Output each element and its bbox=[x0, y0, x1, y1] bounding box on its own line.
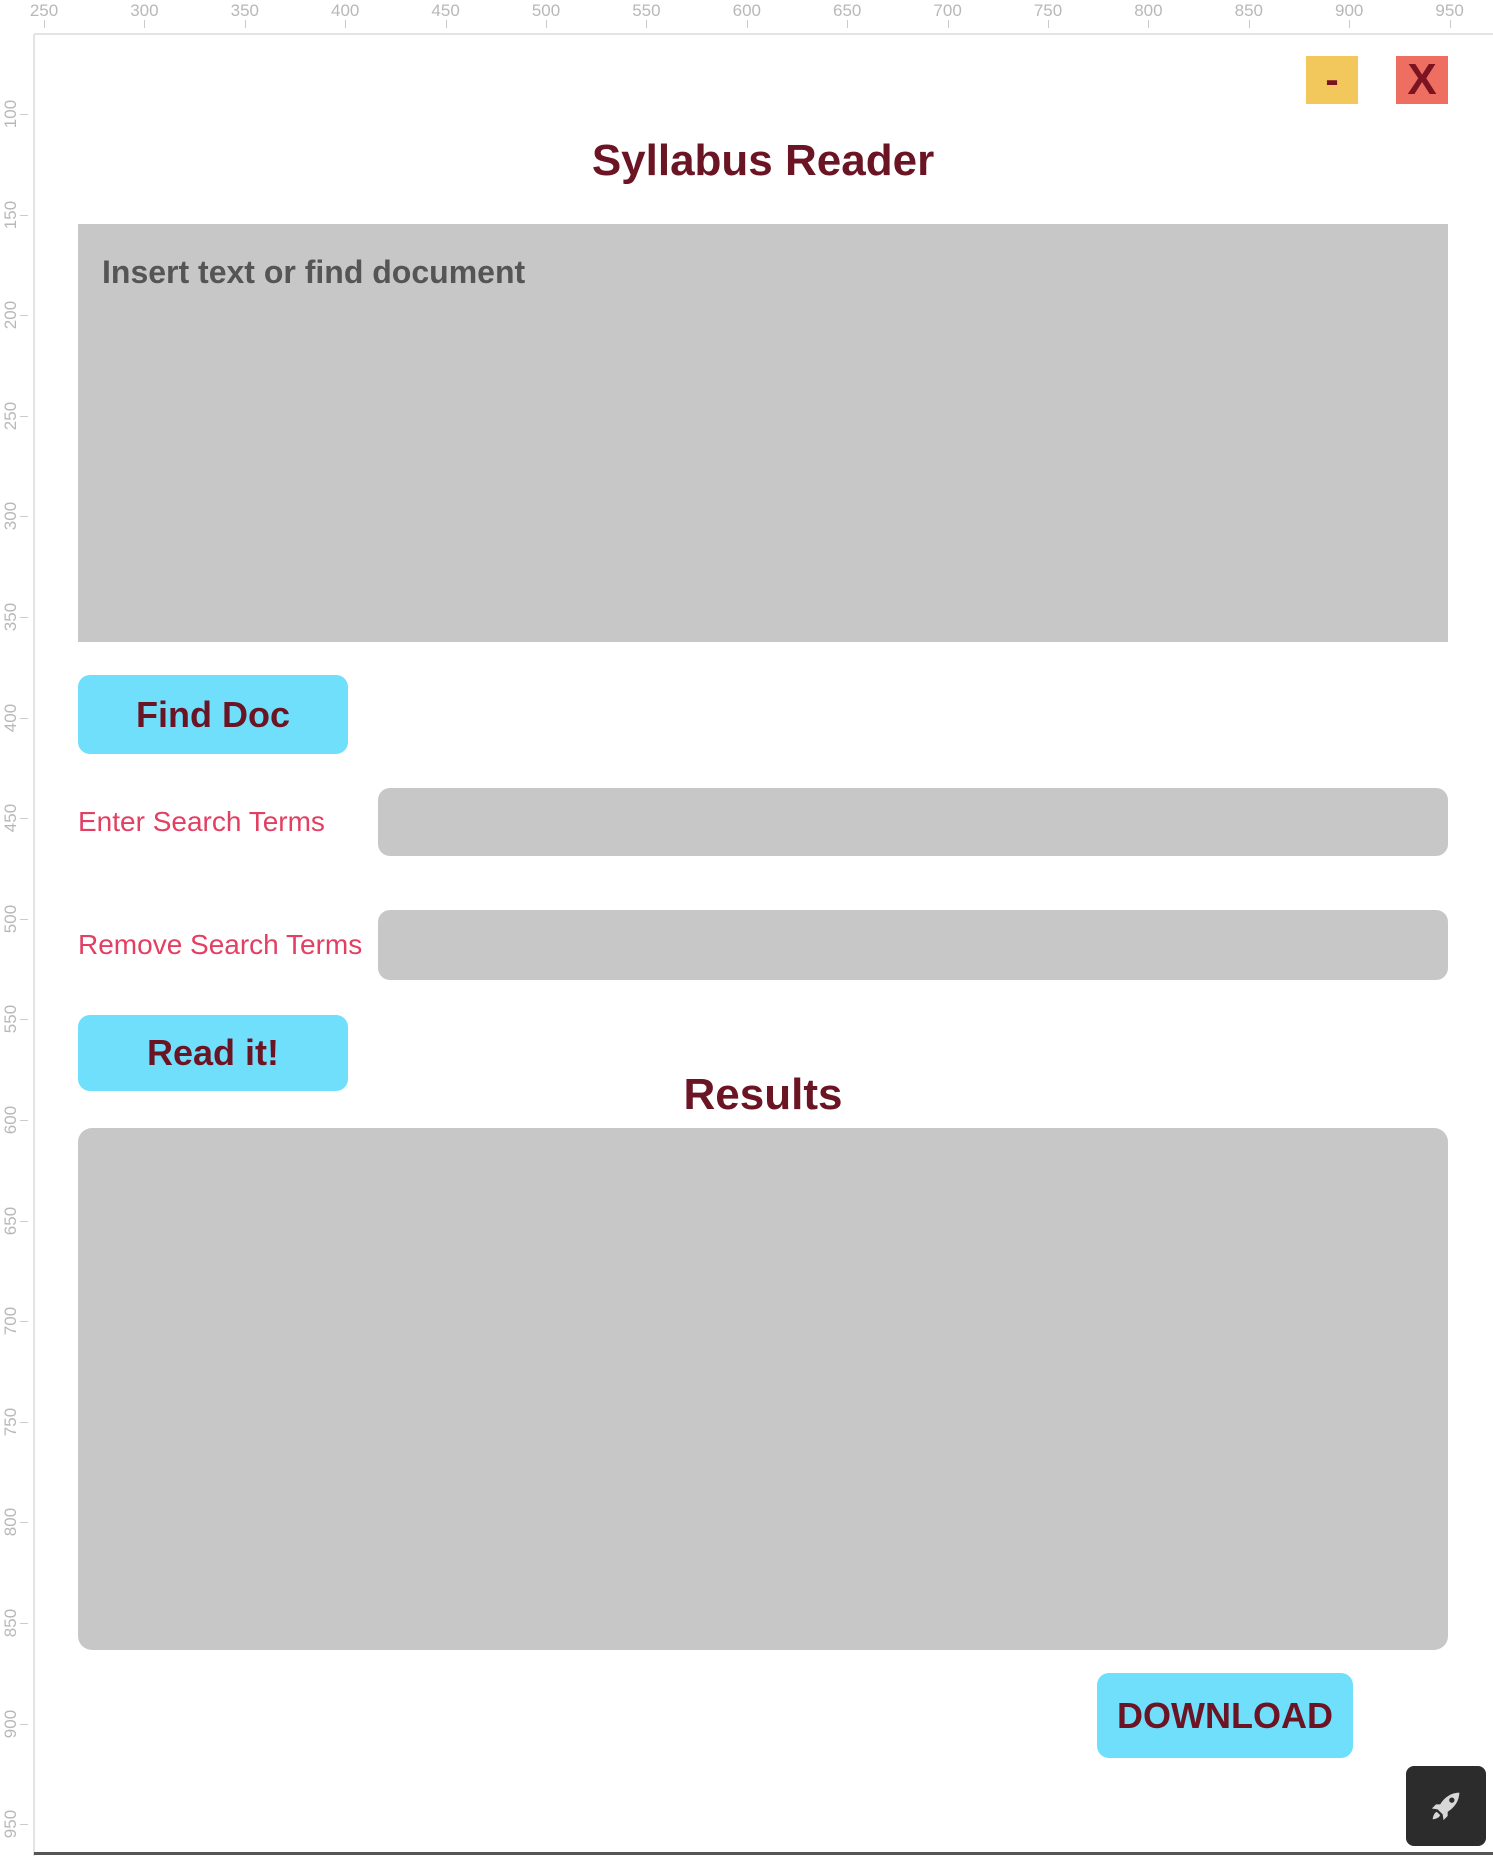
remove-search-terms-input[interactable] bbox=[378, 910, 1448, 980]
ruler-top-label: 350 bbox=[230, 1, 259, 20]
ruler-top-tick bbox=[947, 20, 949, 28]
ruler-left-label: 650 bbox=[1, 1206, 20, 1235]
ruler-left-label: 850 bbox=[1, 1608, 20, 1638]
ruler-top-label: 650 bbox=[833, 1, 862, 20]
ruler-left-label: 150 bbox=[1, 200, 20, 229]
ruler-left-tick bbox=[20, 918, 28, 920]
ruler-top-tick bbox=[847, 20, 849, 28]
enter-search-terms-input[interactable] bbox=[378, 788, 1448, 856]
ruler-left-tick bbox=[20, 1321, 28, 1323]
ruler-left-label: 250 bbox=[1, 401, 20, 430]
close-button[interactable]: X bbox=[1396, 56, 1448, 104]
enter-search-terms-label: Enter Search Terms bbox=[78, 806, 325, 837]
ruler-left-tick bbox=[20, 1220, 28, 1222]
minimize-button[interactable]: - bbox=[1306, 56, 1358, 104]
ruler-top-tick bbox=[445, 20, 447, 28]
ruler-top-tick bbox=[646, 20, 648, 28]
ruler-left-tick bbox=[20, 617, 28, 618]
document-text-area[interactable] bbox=[78, 224, 1448, 642]
ruler-left-tick bbox=[20, 1623, 28, 1624]
frame-border-top bbox=[34, 33, 1493, 35]
download-button[interactable]: DOWNLOAD bbox=[1097, 1673, 1353, 1758]
ruler-left-label: 950 bbox=[1, 1810, 20, 1839]
ruler-top-tick bbox=[345, 20, 347, 28]
ruler-top-tick bbox=[244, 20, 246, 28]
rocket-button[interactable] bbox=[1406, 1766, 1486, 1846]
ruler-top-tick bbox=[144, 20, 146, 28]
ruler-left-tick bbox=[20, 415, 28, 417]
ruler-top-label: 250 bbox=[29, 1, 59, 20]
results-title: Results bbox=[683, 1070, 843, 1119]
ruler-left-label: 500 bbox=[1, 904, 20, 933]
ruler-left: 100 150 200 250 300 350 400 450 500 550 600 650 700 7… bbox=[0, 34, 34, 1856]
ruler-top-label: 800 bbox=[1134, 1, 1163, 20]
ruler-left-label: 300 bbox=[1, 502, 20, 531]
ruler-left-tick bbox=[20, 1421, 28, 1423]
ruler-left-label: 450 bbox=[1, 804, 20, 833]
ruler-left-label: 100 bbox=[1, 99, 20, 129]
ruler-top-tick bbox=[1148, 20, 1150, 28]
ruler-top-label: 900 bbox=[1335, 1, 1364, 20]
ruler-top-tick bbox=[1449, 20, 1451, 28]
ruler-top-label: 400 bbox=[331, 1, 360, 20]
ruler-left-label: 800 bbox=[1, 1508, 20, 1537]
remove-search-terms-label: Remove Search Terms bbox=[78, 929, 363, 960]
ruler-top-label: 300 bbox=[130, 1, 159, 20]
ruler-top-tick bbox=[546, 20, 547, 28]
ruler-top-label: 950 bbox=[1435, 1, 1464, 20]
frame-border-bottom bbox=[34, 1852, 1493, 1855]
ruler-left-label: 200 bbox=[1, 301, 20, 330]
ruler-top-tick bbox=[746, 20, 748, 28]
ruler-top-label: 550 bbox=[632, 1, 661, 20]
ruler-left-tick bbox=[20, 516, 28, 518]
ruler-top-tick bbox=[1248, 20, 1250, 28]
frame-border-left bbox=[33, 34, 35, 1856]
ruler-top-label: 700 bbox=[933, 1, 962, 20]
ruler-top-label: 750 bbox=[1033, 1, 1063, 20]
ruler-left-tick bbox=[20, 1723, 28, 1725]
ruler-left-tick bbox=[20, 1522, 28, 1524]
ruler-left-tick bbox=[20, 818, 28, 820]
ruler-left-label: 550 bbox=[1, 1005, 20, 1034]
ruler-top-tick bbox=[44, 20, 45, 28]
ruler-top-label: 600 bbox=[732, 1, 761, 20]
ruler-top-label: 850 bbox=[1234, 1, 1263, 20]
ruler-top-label: 450 bbox=[431, 1, 460, 20]
ruler-left-tick bbox=[20, 1019, 28, 1021]
ruler-left-tick bbox=[20, 315, 28, 317]
rocket-icon bbox=[1431, 1792, 1460, 1821]
ruler-top-tick bbox=[1048, 20, 1049, 28]
ruler-left-label: 900 bbox=[1, 1709, 20, 1738]
find-doc-button[interactable]: Find Doc bbox=[78, 675, 348, 754]
ruler-left-tick bbox=[20, 1120, 28, 1121]
ruler-left-label: 700 bbox=[1, 1307, 20, 1336]
ruler-top-label: 500 bbox=[531, 1, 561, 20]
ruler-left-label: 600 bbox=[1, 1105, 20, 1135]
ruler-left-tick bbox=[20, 1824, 28, 1826]
ruler-left-label: 750 bbox=[1, 1407, 20, 1436]
ruler-left-tick bbox=[20, 114, 28, 115]
ruler-left-tick bbox=[20, 214, 28, 216]
ruler-top-tick bbox=[1349, 20, 1351, 28]
ruler-left-label: 350 bbox=[1, 602, 20, 632]
ruler-left-tick bbox=[20, 717, 28, 719]
ruler-left-label: 400 bbox=[1, 703, 20, 732]
ruler-top: 250 300 350 400 450 500 550 600 650 700 750 800 850 9… bbox=[0, 0, 1493, 34]
page-title: Syllabus Reader bbox=[591, 136, 935, 185]
results-panel[interactable] bbox=[78, 1128, 1448, 1650]
